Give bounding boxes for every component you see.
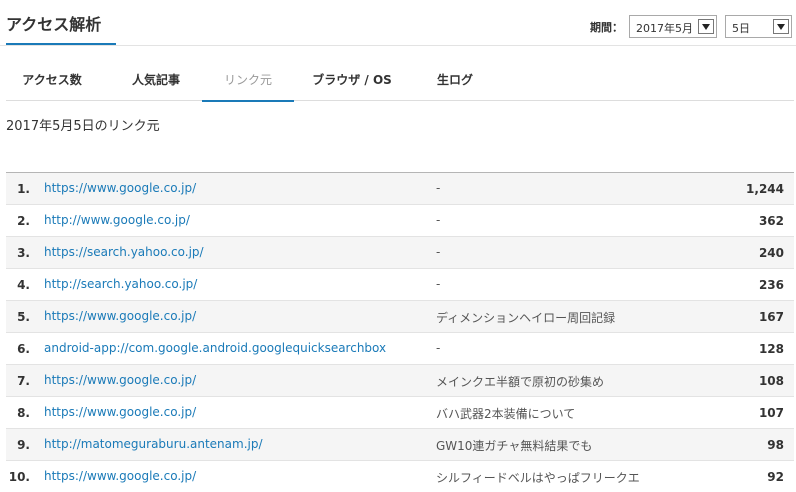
title-underline <box>6 43 116 45</box>
row-rank: 9. <box>17 438 30 452</box>
row-count: 167 <box>758 310 784 324</box>
tab-label: ブラウザ / OS <box>312 73 392 87</box>
referrer-link[interactable]: http://matomeguraburu.antenam.jp/ <box>44 437 263 451</box>
table-row: 3. https://search.yahoo.co.jp/ - 240 <box>6 237 794 269</box>
referrer-link[interactable]: android-app://com.google.android.googleq… <box>44 341 386 355</box>
row-keyword: - <box>436 341 441 355</box>
day-select[interactable]: 5日 <box>725 15 792 38</box>
tab-label: リンク元 <box>223 73 272 87</box>
table-row: 1. https://www.google.co.jp/ - 1,244 <box>6 173 794 205</box>
row-count: 1,244 <box>746 182 784 196</box>
table-row: 8. https://www.google.co.jp/ バハ武器2本装備につい… <box>6 397 794 429</box>
table-row: 5. https://www.google.co.jp/ ディメンションヘイロー… <box>6 301 794 333</box>
referrer-link[interactable]: https://search.yahoo.co.jp/ <box>44 245 204 259</box>
row-keyword: - <box>436 245 441 259</box>
period-label: 期間： <box>590 21 623 34</box>
tab-popular-articles[interactable]: 人気記事 <box>112 70 200 101</box>
row-count: 236 <box>758 278 784 292</box>
referrer-link[interactable]: https://www.google.co.jp/ <box>44 405 196 419</box>
table-row: 10. https://www.google.co.jp/ シルフィードベルはや… <box>6 461 794 492</box>
row-rank: 5. <box>17 310 30 324</box>
row-count: 362 <box>758 214 784 228</box>
chevron-down-icon[interactable] <box>698 19 714 34</box>
row-rank: 1. <box>17 182 30 196</box>
month-select-value: 2017年5月 <box>636 22 693 35</box>
row-count: 108 <box>758 374 784 388</box>
tab-referrers[interactable]: リンク元 <box>202 70 294 102</box>
tab-access-count[interactable]: アクセス数 <box>6 70 98 101</box>
row-keyword: メインクエ半額で原初の砂集め <box>436 375 605 389</box>
month-select[interactable]: 2017年5月 <box>629 15 717 38</box>
row-keyword: シルフィードベルはやっぱフリークエ <box>436 471 640 485</box>
row-keyword: ディメンションヘイロー周回記録 <box>436 311 616 325</box>
row-count: 240 <box>758 246 784 260</box>
active-tab-indicator <box>202 100 294 102</box>
tab-browser-os[interactable]: ブラウザ / OS <box>302 70 402 101</box>
table-row: 4. http://search.yahoo.co.jp/ - 236 <box>6 269 794 301</box>
tab-raw-log[interactable]: 生ログ <box>420 70 490 101</box>
row-rank: 4. <box>17 278 30 292</box>
referrer-link[interactable]: https://www.google.co.jp/ <box>44 309 196 323</box>
table-row: 2. http://www.google.co.jp/ - 362 <box>6 205 794 237</box>
chevron-down-icon[interactable] <box>773 19 789 34</box>
referrer-link[interactable]: http://search.yahoo.co.jp/ <box>44 277 197 291</box>
row-keyword: - <box>436 277 441 291</box>
table-row: 7. https://www.google.co.jp/ メインクエ半額で原初の… <box>6 365 794 397</box>
referrer-link[interactable]: https://www.google.co.jp/ <box>44 373 196 387</box>
row-keyword: - <box>436 213 441 227</box>
tab-label: アクセス数 <box>22 73 82 87</box>
row-rank: 2. <box>17 214 30 228</box>
page-header: アクセス解析 期間： 2017年5月 5日 <box>0 0 796 46</box>
referrer-link[interactable]: https://www.google.co.jp/ <box>44 181 196 195</box>
row-rank: 3. <box>17 246 30 260</box>
row-count: 107 <box>758 406 784 420</box>
referrer-link[interactable]: http://www.google.co.jp/ <box>44 213 190 227</box>
section-heading: 2017年5月5日のリンク元 <box>6 119 160 134</box>
page-title: アクセス解析 <box>6 15 102 34</box>
tab-label: 生ログ <box>436 73 473 87</box>
referrer-table: 1. https://www.google.co.jp/ - 1,244 2. … <box>6 172 794 492</box>
day-select-value: 5日 <box>732 22 750 35</box>
tab-label: 人気記事 <box>131 73 180 87</box>
row-count: 92 <box>767 470 784 484</box>
tab-bar: アクセス数 人気記事 リンク元 ブラウザ / OS 生ログ <box>6 70 794 102</box>
row-keyword: - <box>436 181 441 195</box>
row-rank: 6. <box>17 342 30 356</box>
row-count: 128 <box>758 342 784 356</box>
table-row: 6. android-app://com.google.android.goog… <box>6 333 794 365</box>
row-count: 98 <box>767 438 784 452</box>
row-rank: 10. <box>8 470 30 484</box>
table-row: 9. http://matomeguraburu.antenam.jp/ GW1… <box>6 429 794 461</box>
row-rank: 7. <box>17 374 30 388</box>
referrer-link[interactable]: https://www.google.co.jp/ <box>44 469 196 483</box>
row-rank: 8. <box>17 406 30 420</box>
row-keyword: GW10連ガチャ無料結果でも <box>436 439 593 453</box>
row-keyword: バハ武器2本装備について <box>436 407 576 421</box>
